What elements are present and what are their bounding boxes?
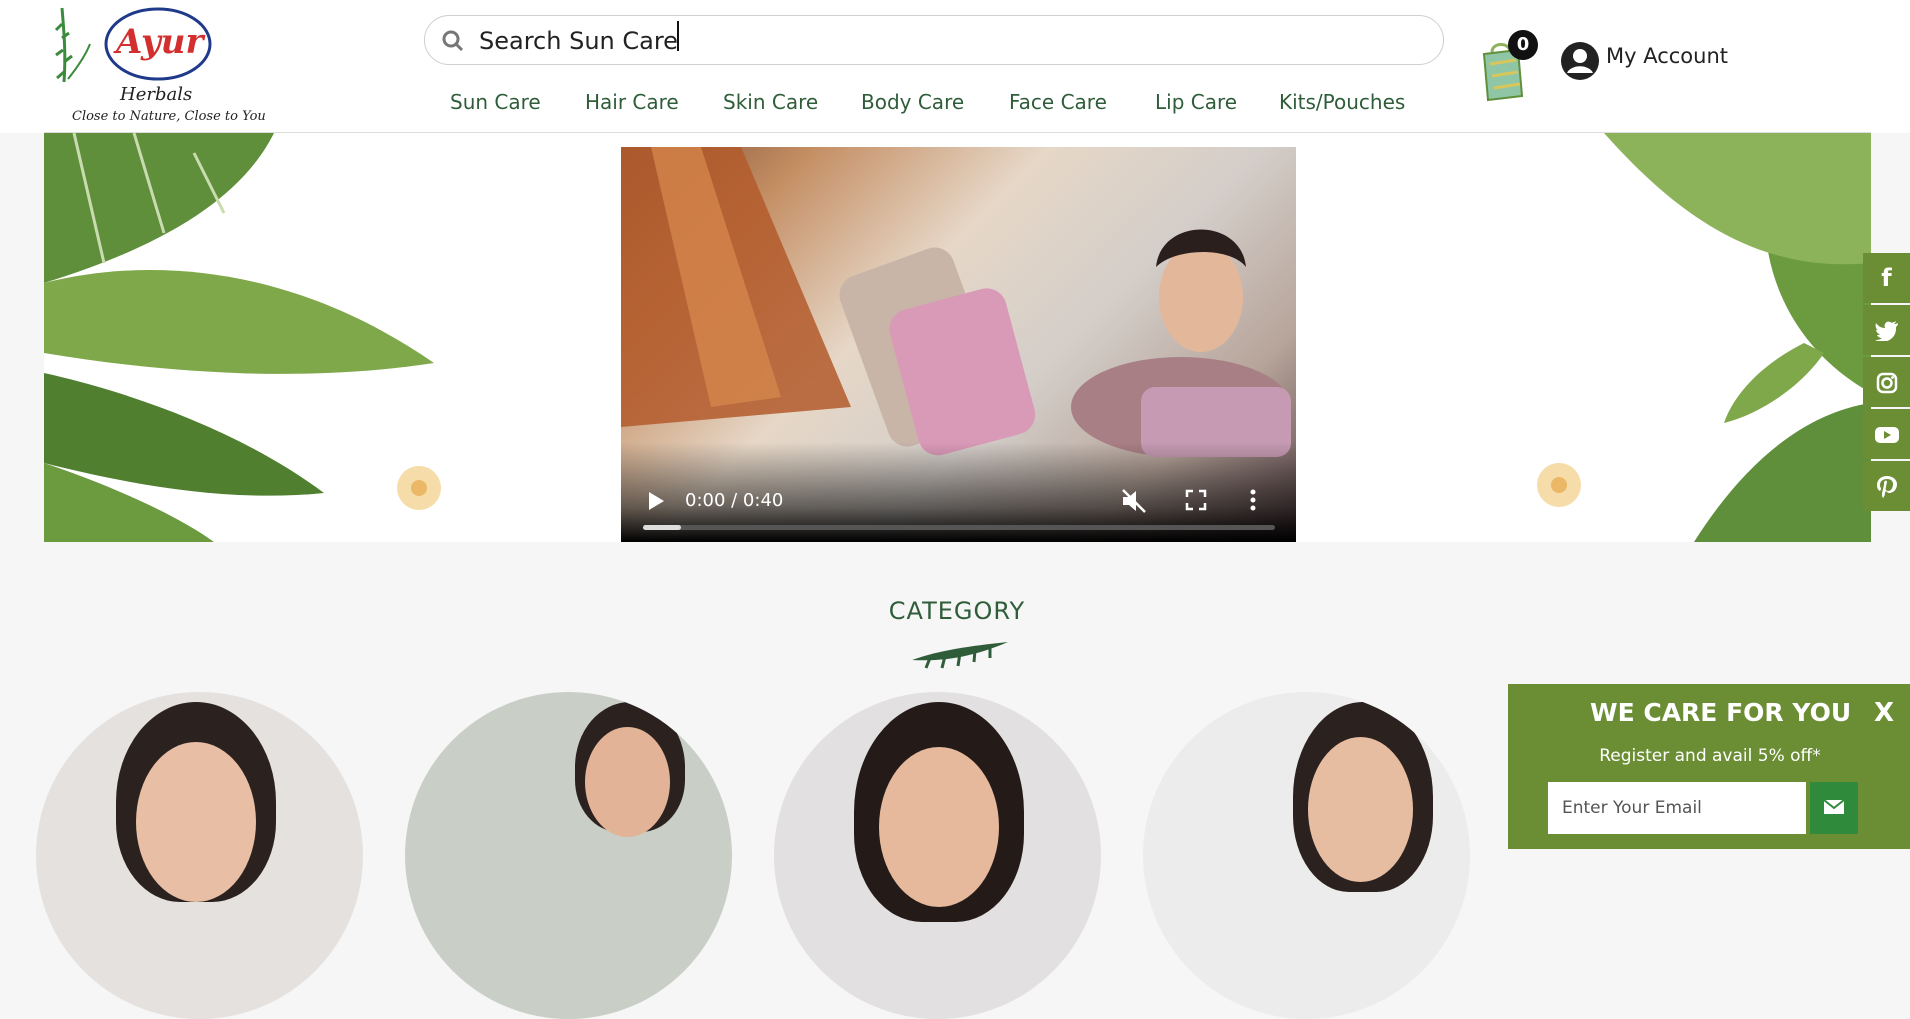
popup-title: WE CARE FOR YOU [1590, 698, 1852, 727]
facebook-icon[interactable]: f [1863, 253, 1910, 303]
category-3-face [879, 747, 999, 907]
twitter-bird-glyph [1874, 321, 1898, 342]
my-account-label: My Account [1606, 44, 1729, 68]
youtube-icon[interactable] [1863, 409, 1910, 459]
category-heading: CATEGORY [888, 597, 1026, 625]
mute-icon[interactable] [1120, 488, 1148, 514]
nav-item-face-care[interactable]: Face Care [1009, 90, 1107, 114]
search-input[interactable] [477, 24, 1381, 58]
category-card-4[interactable] [1143, 692, 1470, 1019]
instagram-glyph [1876, 372, 1897, 394]
youtube-glyph [1874, 427, 1899, 443]
social-sidebar: f [1863, 253, 1910, 513]
video-progress-bar[interactable] [643, 525, 1275, 530]
video-controls: 0:00 / 0:40 [621, 442, 1296, 542]
search-icon[interactable] [441, 29, 465, 53]
envelope-icon [1823, 798, 1845, 814]
nav-item-sun-care[interactable]: Sun Care [450, 90, 541, 114]
twitter-icon[interactable] [1863, 305, 1910, 355]
nav-item-body-care[interactable]: Body Care [861, 90, 964, 114]
popup-subtitle: Register and avail 5% off* [1599, 746, 1821, 766]
hero-banner: 0:00 / 0:40 [44, 133, 1871, 542]
subscribe-button[interactable] [1810, 782, 1858, 834]
category-4-face [1308, 737, 1413, 882]
user-avatar-icon [1561, 42, 1599, 80]
category-1-face [136, 742, 256, 902]
close-icon[interactable]: X [1874, 698, 1894, 728]
nav-item-hair-care[interactable]: Hair Care [585, 90, 679, 114]
cart-count-badge: 0 [1508, 30, 1538, 60]
email-field[interactable] [1548, 782, 1806, 834]
category-2-face [585, 727, 670, 837]
hero-video-player[interactable]: 0:00 / 0:40 [621, 147, 1296, 542]
logo-tagline: Close to Nature, Close to You [72, 109, 266, 124]
fullscreen-icon[interactable] [1185, 489, 1207, 511]
video-progress-fill [643, 525, 681, 530]
brand-logo[interactable]: Ayur Herbals Close to Nature, Close to Y… [52, 4, 266, 128]
cart-button[interactable]: 0 [1480, 30, 1540, 102]
pinterest-glyph [1876, 476, 1897, 498]
play-icon[interactable] [645, 490, 667, 512]
category-card-2[interactable] [405, 692, 732, 1019]
logo-subtitle: Herbals [120, 84, 193, 105]
logo-brand-name: Ayur [116, 22, 204, 62]
newsletter-popup: WE CARE FOR YOU X Register and avail 5% … [1508, 684, 1910, 849]
video-time: 0:00 / 0:40 [685, 490, 784, 511]
nav-item-lip-care[interactable]: Lip Care [1155, 90, 1237, 114]
category-card-1[interactable] [36, 692, 363, 1019]
nav-item-skin-care[interactable]: Skin Care [723, 90, 818, 114]
instagram-icon[interactable] [1863, 357, 1910, 407]
pinterest-icon[interactable] [1863, 461, 1910, 511]
text-cursor [677, 21, 679, 51]
search-bar[interactable] [424, 15, 1444, 65]
category-card-3[interactable] [774, 692, 1101, 1019]
more-options-icon[interactable] [1249, 488, 1257, 512]
nav-item-kits-pouches[interactable]: Kits/Pouches [1279, 90, 1405, 114]
site-header: Ayur Herbals Close to Nature, Close to Y… [0, 0, 1910, 133]
leaf-divider-icon [912, 642, 1008, 669]
